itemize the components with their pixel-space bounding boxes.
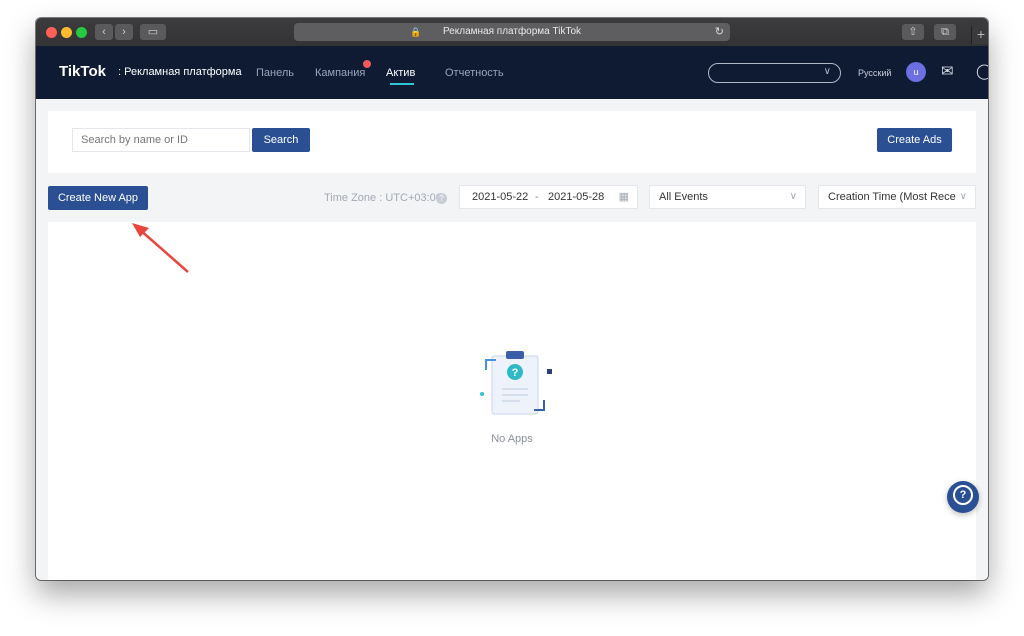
search-button[interactable]: Search bbox=[252, 128, 310, 152]
forward-button[interactable]: › bbox=[115, 24, 133, 40]
tabs-overview-icon[interactable]: ⧉ bbox=[934, 24, 956, 40]
tiktok-logo[interactable]: TikTok bbox=[59, 63, 106, 80]
close-window-button[interactable] bbox=[46, 27, 57, 38]
date-range-picker[interactable]: 2021-05-22 - 2021-05-28 ▦ bbox=[459, 185, 638, 209]
notification-badge bbox=[362, 59, 372, 69]
events-select[interactable]: All Events ∨ bbox=[649, 185, 806, 209]
logo-subtitle: : Рекламная платформа bbox=[118, 66, 242, 78]
search-input[interactable] bbox=[72, 128, 250, 152]
zoom-window-button[interactable] bbox=[76, 27, 87, 38]
browser-titlebar: ‹ › ▭ 🔒 Рекламная платформа TikTok ↻ ⇧ ⧉… bbox=[36, 18, 988, 47]
nav-dashboard[interactable]: Панель bbox=[256, 67, 294, 79]
svg-text:?: ? bbox=[512, 367, 519, 379]
nav-campaign[interactable]: Кампания bbox=[315, 67, 365, 79]
reload-icon[interactable]: ↻ bbox=[715, 23, 724, 41]
chevron-down-icon: ∨ bbox=[956, 186, 967, 208]
date-separator: - bbox=[535, 191, 539, 203]
minimize-window-button[interactable] bbox=[61, 27, 72, 38]
nav-assets[interactable]: Актив bbox=[386, 67, 415, 79]
chevron-down-icon: ∨ bbox=[789, 191, 797, 202]
empty-state-message: No Apps bbox=[491, 433, 533, 445]
sidebar-toggle-button[interactable]: ▭ bbox=[140, 24, 166, 40]
help-circle-icon[interactable]: ? bbox=[436, 193, 447, 204]
notification-bell-icon[interactable]: ◯ bbox=[976, 62, 988, 80]
question-icon: ? bbox=[953, 485, 973, 506]
empty-clipboard-icon: ? bbox=[480, 351, 552, 415]
apps-list-panel: ? No Apps bbox=[48, 222, 976, 580]
back-button[interactable]: ‹ bbox=[95, 24, 113, 40]
events-select-value: All Events bbox=[659, 191, 708, 203]
chevron-down-icon: ∨ bbox=[823, 66, 831, 77]
avatar[interactable]: u bbox=[906, 62, 926, 82]
language-switcher[interactable]: Русский bbox=[858, 68, 891, 78]
browser-window: ‹ › ▭ 🔒 Рекламная платформа TikTok ↻ ⇧ ⧉… bbox=[36, 18, 988, 580]
active-nav-indicator bbox=[390, 83, 414, 85]
timezone-label: Time Zone : UTC+03:00 bbox=[324, 192, 442, 204]
account-select[interactable]: ∨ bbox=[708, 63, 841, 83]
address-bar[interactable]: 🔒 Рекламная платформа TikTok ↻ bbox=[294, 23, 730, 41]
search-card: Search Create Ads bbox=[48, 111, 976, 173]
page-title: Рекламная платформа TikTok bbox=[442, 26, 582, 37]
create-new-app-button[interactable]: Create New App bbox=[48, 186, 148, 210]
create-ads-button[interactable]: Create Ads bbox=[877, 128, 952, 152]
calendar-icon: ▦ bbox=[618, 191, 629, 203]
lock-icon: 🔒 bbox=[410, 27, 422, 37]
share-icon[interactable]: ⇧ bbox=[902, 24, 924, 40]
date-start: 2021-05-22 bbox=[472, 191, 529, 203]
nav-reporting[interactable]: Отчетность bbox=[445, 67, 504, 79]
sort-select-value: Creation Time (Most Recent) bbox=[828, 191, 956, 203]
help-button[interactable]: ? bbox=[947, 481, 979, 513]
date-end: 2021-05-28 bbox=[548, 191, 605, 203]
new-tab-button[interactable]: + bbox=[971, 26, 988, 44]
inbox-icon[interactable]: ✉ bbox=[941, 62, 954, 80]
app-header: TikTok : Рекламная платформа Панель Камп… bbox=[36, 46, 988, 99]
sort-select[interactable]: Creation Time (Most Recent) ∨ bbox=[818, 185, 976, 209]
